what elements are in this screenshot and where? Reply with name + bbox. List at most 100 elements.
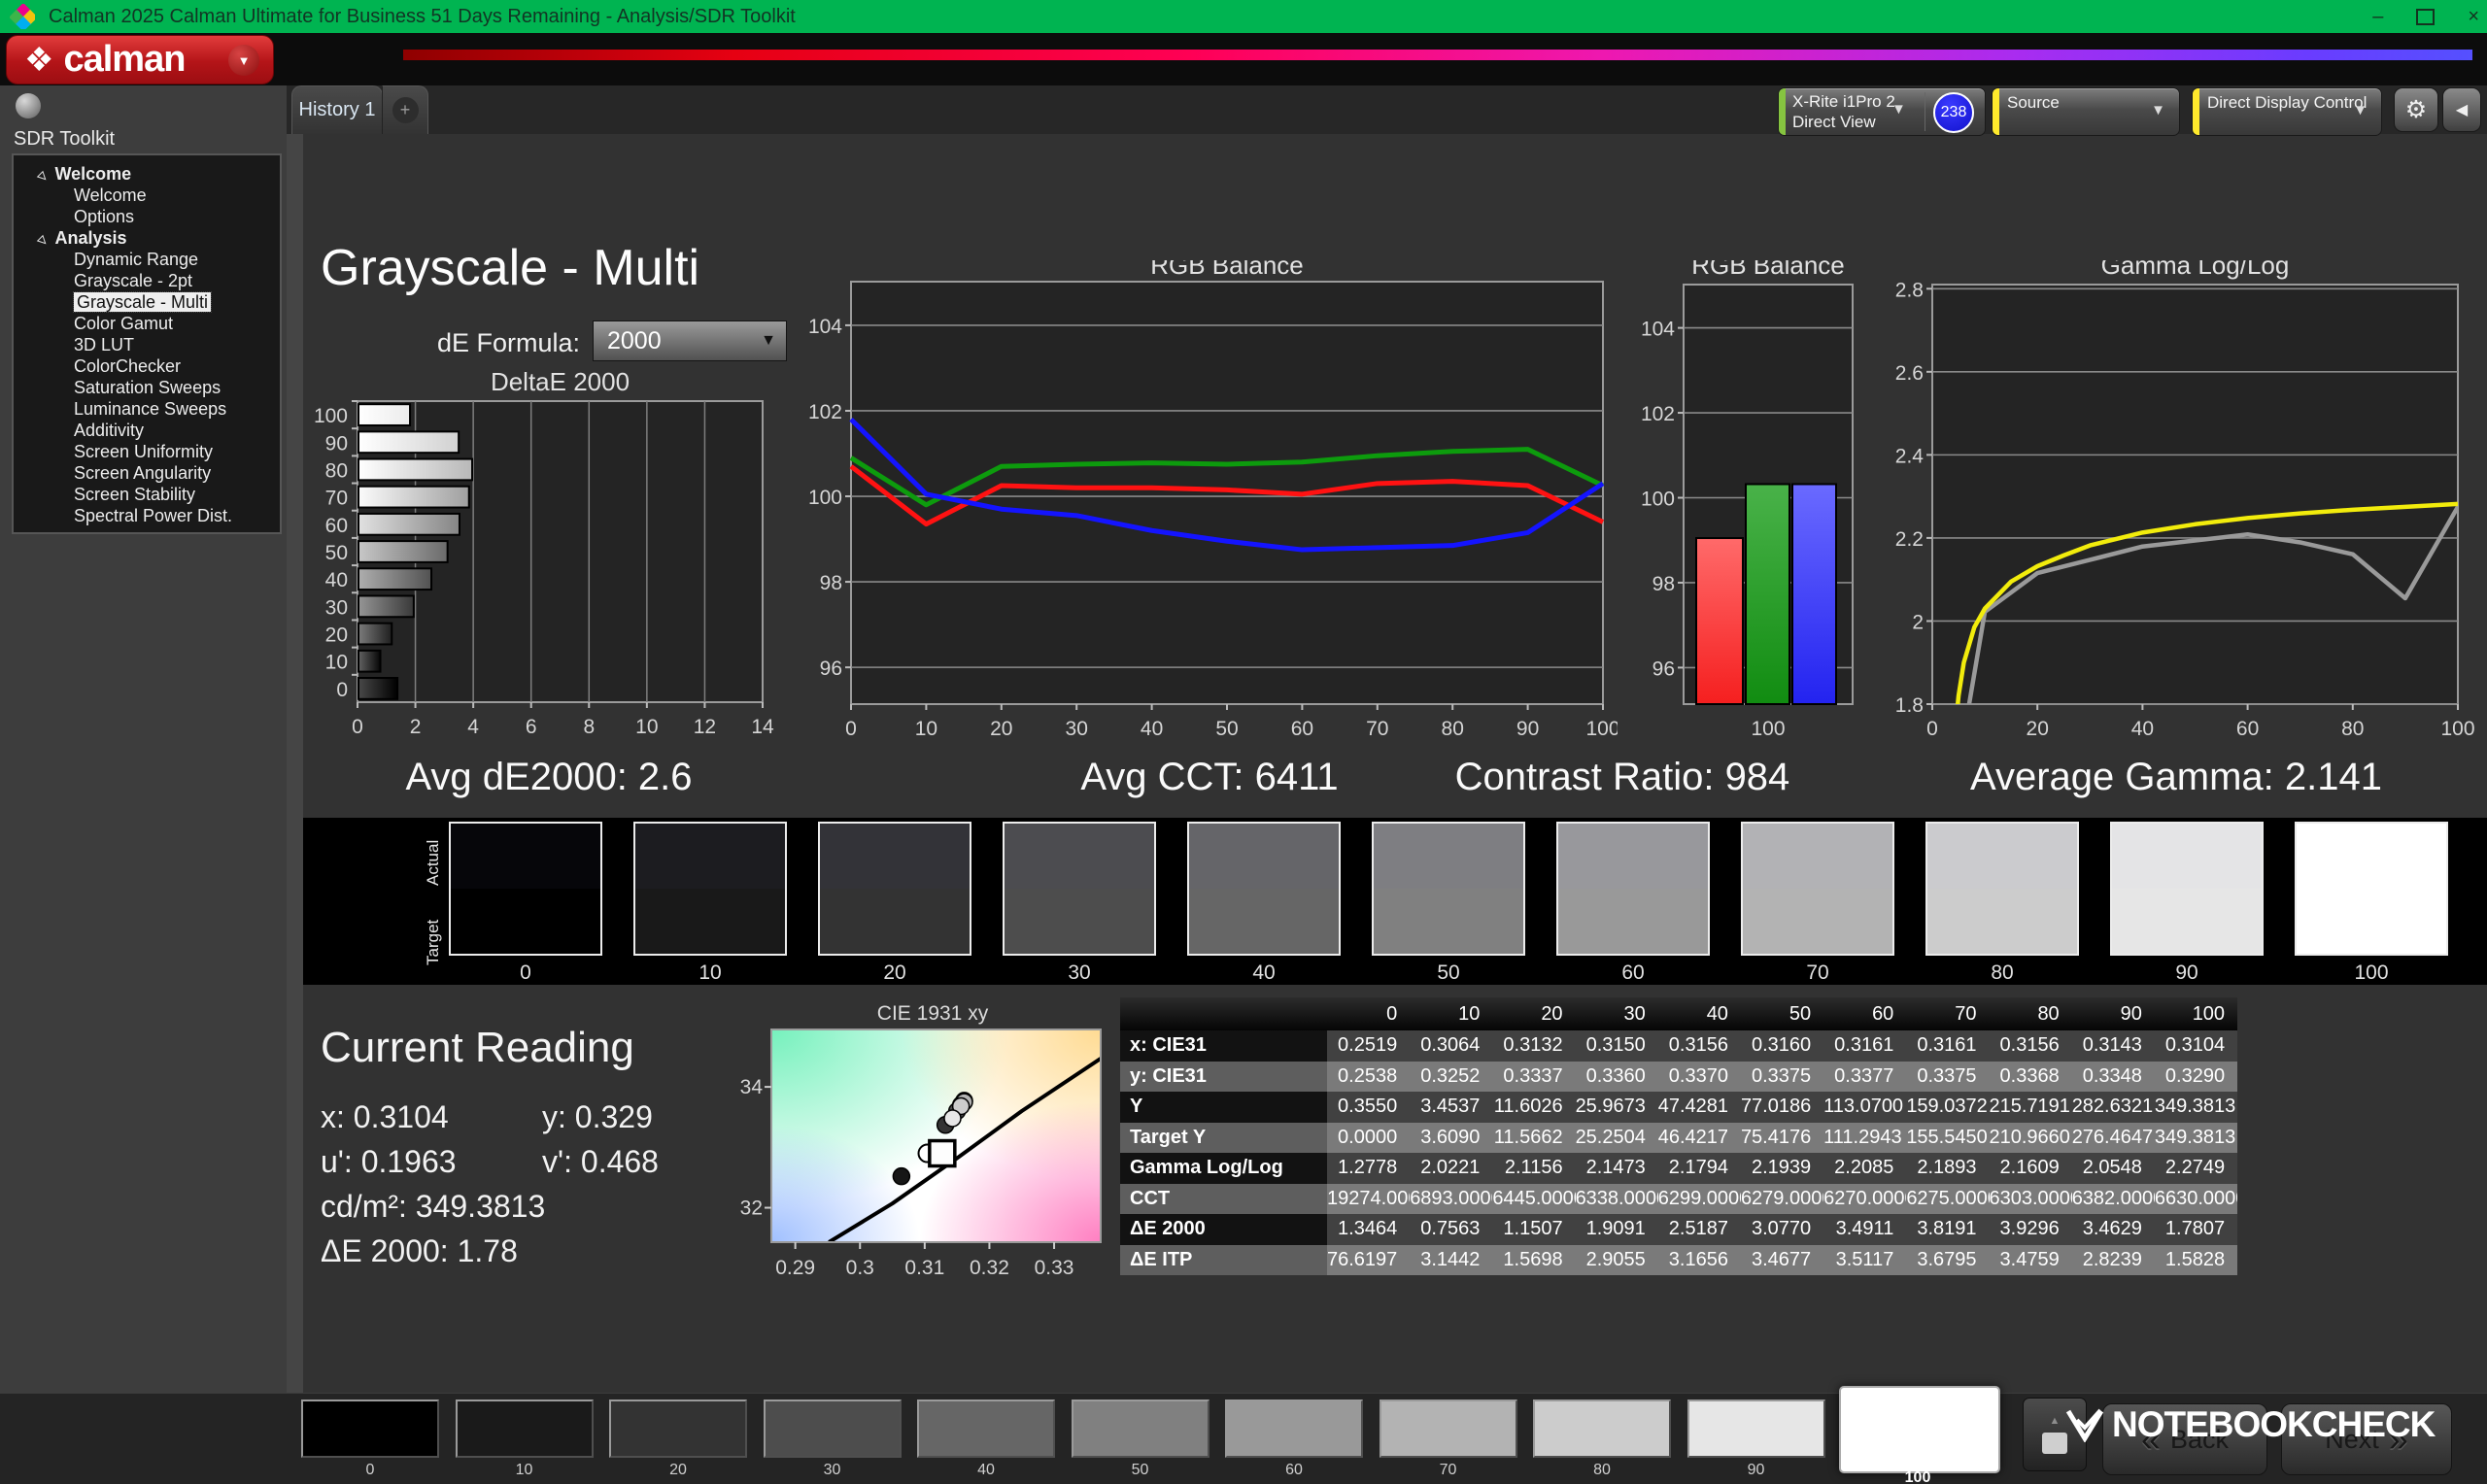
table-cell: 76.6197 xyxy=(1327,1244,1411,1275)
panel-collapse-button[interactable]: ◀ xyxy=(2442,87,2481,132)
source-status-bar xyxy=(1993,88,1999,135)
sidebar-item-screen-stability[interactable]: Screen Stability xyxy=(14,484,280,505)
svg-text:104: 104 xyxy=(808,316,842,338)
de-formula-dropdown[interactable]: 2000 ▼ xyxy=(593,320,787,361)
table-cell: 0.3150 xyxy=(1575,1030,1658,1062)
tree-expand-icon: ▷ xyxy=(35,169,51,185)
swatch-actual xyxy=(820,824,970,889)
current-reading-title: Current Reading xyxy=(321,1024,634,1071)
sidebar-item-3d-lut[interactable]: 3D LUT xyxy=(14,334,280,355)
swatch-level-label: 90 xyxy=(2175,961,2198,984)
test-patch-0[interactable] xyxy=(301,1400,439,1458)
table-row-label: Target Y xyxy=(1120,1122,1327,1153)
test-patch-90[interactable] xyxy=(1686,1400,1825,1458)
meter-device: X-Rite i1Pro 2 xyxy=(1792,92,1895,111)
sidebar-item-welcome[interactable]: Welcome xyxy=(14,185,280,206)
settings-gear-button[interactable]: ⚙ xyxy=(2394,87,2438,132)
swatch-target xyxy=(1374,889,1523,954)
test-patch-100-selected[interactable] xyxy=(1839,1386,2000,1473)
sidebar-item-colorchecker[interactable]: ColorChecker xyxy=(14,355,280,377)
meter-count-badge: 238 xyxy=(1933,92,1974,133)
table-row-label: y: CIE31 xyxy=(1120,1061,1327,1092)
sidebar-item-additivity[interactable]: Additivity xyxy=(14,420,280,441)
table-cell: 3.5117 xyxy=(1823,1244,1907,1275)
svg-text:0: 0 xyxy=(1926,718,1938,740)
table-cell: 111.2943 xyxy=(1823,1122,1907,1153)
tree-item-label: Grayscale - 2pt xyxy=(74,271,193,290)
test-patch-70[interactable] xyxy=(1379,1400,1517,1458)
minimize-button[interactable]: – xyxy=(2372,6,2383,28)
table-cell: 0.3104 xyxy=(2154,1030,2238,1062)
sidebar-item-luminance-sweeps[interactable]: Luminance Sweeps xyxy=(14,398,280,420)
svg-text:2: 2 xyxy=(410,716,422,738)
svg-text:0: 0 xyxy=(352,716,363,738)
table-cell: 2.5187 xyxy=(1657,1214,1741,1245)
table-cell: 0.3360 xyxy=(1575,1061,1658,1092)
meter-selector[interactable]: X-Rite i1Pro 2 Direct View ▼ 238 xyxy=(1778,87,1986,136)
svg-text:0: 0 xyxy=(845,718,857,740)
swatch-level-label: 70 xyxy=(1806,961,1829,984)
svg-text:60: 60 xyxy=(2236,718,2259,740)
svg-text:1.8: 1.8 xyxy=(1895,694,1924,717)
title-bar: Calman 2025 Calman Ultimate for Business… xyxy=(0,0,2487,33)
sidebar-item-grayscale-multi[interactable]: Grayscale - Multi xyxy=(14,291,280,313)
sidebar-item-color-gamut[interactable]: Color Gamut xyxy=(14,313,280,334)
svg-text:10: 10 xyxy=(325,652,348,674)
svg-text:90: 90 xyxy=(325,432,348,455)
swatch-actual xyxy=(2112,824,2262,889)
sidebar-item-spectral-power-dist[interactable]: Spectral Power Dist. xyxy=(14,505,280,526)
sidebar-item-screen-angularity[interactable]: Screen Angularity xyxy=(14,462,280,484)
table-row-cct: CCT19274.00006893.00006445.00006338.0000… xyxy=(1120,1183,2238,1214)
table-cell: 0.3377 xyxy=(1823,1061,1907,1092)
sidebar-group-analysis[interactable]: ▷ Analysis xyxy=(14,227,280,249)
sidebar-item-screen-uniformity[interactable]: Screen Uniformity xyxy=(14,441,280,462)
source-selector[interactable]: Source ▼ xyxy=(1992,87,2180,136)
tree-item-label: Analysis xyxy=(54,228,127,248)
workflow-tree: ▷ Welcome Welcome Options ▷ Analysis Dynamic R… xyxy=(12,153,282,534)
table-cell: 215.7191 xyxy=(1989,1092,2072,1123)
grayscale-swatch-0 xyxy=(449,822,602,956)
svg-text:0.31: 0.31 xyxy=(904,1257,944,1279)
table-cell: 0.3375 xyxy=(1906,1061,1990,1092)
test-patch-30[interactable] xyxy=(763,1400,902,1458)
tree-item-label: Options xyxy=(74,207,135,226)
test-patch-50[interactable] xyxy=(1071,1400,1209,1458)
table-cell: 6338.0000 xyxy=(1575,1183,1658,1214)
sidebar-item-options[interactable]: Options xyxy=(14,206,280,227)
rgb-balance-line-chart: RGB Balance 96 98 100 102 104 0 10 20 30 40 50 60 70 8… xyxy=(808,260,1618,740)
table-cell: 3.1656 xyxy=(1657,1244,1741,1275)
test-patch-10[interactable] xyxy=(455,1400,594,1458)
reading-de2000: ΔE 2000: 1.78 xyxy=(321,1233,518,1268)
svg-text:102: 102 xyxy=(1641,403,1675,425)
maximize-button[interactable] xyxy=(2416,8,2436,25)
meter-status-bar xyxy=(1779,88,1786,135)
display-control-selector[interactable]: Direct Display Control ▼ xyxy=(2192,87,2382,136)
test-patch-20[interactable] xyxy=(609,1400,747,1458)
sidebar-item-dynamic-range[interactable]: Dynamic Range xyxy=(14,249,280,270)
sidebar-item-saturation-sweeps[interactable]: Saturation Sweeps xyxy=(14,377,280,398)
svg-text:0.3: 0.3 xyxy=(846,1257,874,1279)
menu-dropdown-icon[interactable]: ▼ xyxy=(228,45,259,76)
sidebar-group-welcome[interactable]: ▷ Welcome xyxy=(14,163,280,185)
stat-contrast-ratio: Contrast Ratio: 984 xyxy=(1454,756,1790,798)
gamma-loglog-chart: Gamma Log/Log 1.8 2 2.2 2.4 2.6 2.8 0 20 40 60 80 10… xyxy=(1895,260,2475,740)
sidebar-item-grayscale-2pt[interactable]: Grayscale - 2pt xyxy=(14,270,280,291)
table-cell: 3.4537 xyxy=(1410,1092,1493,1123)
table-cell: 6630.0000 xyxy=(2154,1183,2238,1214)
tab-history-1[interactable]: History 1 xyxy=(291,85,383,134)
test-patch-80[interactable] xyxy=(1533,1400,1671,1458)
table-row-label: ΔE 2000 xyxy=(1120,1214,1327,1245)
test-patch-40[interactable] xyxy=(917,1400,1055,1458)
tree-expand-icon: ▷ xyxy=(35,233,51,249)
close-button[interactable]: × xyxy=(2468,6,2479,28)
add-tab-button[interactable]: + xyxy=(382,85,428,134)
test-patch-60[interactable] xyxy=(1225,1400,1363,1458)
measurement-table: 0 10 20 30 40 50 60 70 80 90 100 x: CIE31 0.2519 0.30… xyxy=(1120,997,2238,1275)
svg-text:2.2: 2.2 xyxy=(1895,528,1924,551)
sidebar-pin-button[interactable] xyxy=(16,93,41,118)
table-cell: 2.1939 xyxy=(1740,1153,1824,1184)
swatch-target xyxy=(1189,889,1339,954)
calman-menu-button[interactable]: ❖ calman ▼ xyxy=(6,35,274,84)
tree-item-label: Additivity xyxy=(74,421,145,440)
table-row-y: Y 0.3550 3.4537 11.6026 25.9673 47.4281 77.018… xyxy=(1120,1092,2238,1123)
